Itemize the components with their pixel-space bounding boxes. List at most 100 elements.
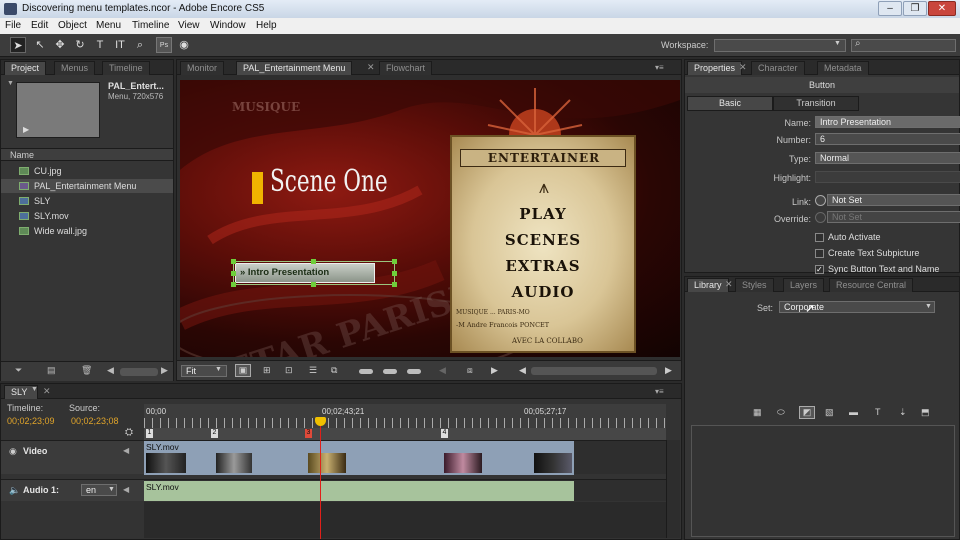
menu-timeline[interactable]: Timeline [132, 18, 169, 34]
play-preview-icon[interactable]: ▶ [23, 125, 29, 134]
handle-ml[interactable] [231, 271, 236, 276]
menu-file[interactable]: File [5, 18, 21, 34]
chapter-marker-3[interactable]: 3 [305, 429, 312, 438]
tab-resource-central[interactable]: Resource Central [829, 278, 914, 292]
poster-item-extras[interactable]: EXTRAS [452, 257, 634, 275]
handle-tr[interactable] [392, 259, 397, 264]
tab-menus[interactable]: Menus [54, 61, 96, 75]
expand-triangle-icon[interactable]: ▼ [7, 80, 14, 87]
timeline-dropdown-icon[interactable]: ▼ [31, 386, 38, 393]
filter-buttons-icon[interactable]: ⬭ [777, 407, 785, 418]
menu-canvas[interactable]: ETAR PARISIEN MUSIQUE Scene One » Intro … [180, 80, 680, 357]
filter-place-icon[interactable]: ⬒ [921, 407, 930, 418]
checkbox-0[interactable] [815, 233, 824, 242]
vertical-text-tool-icon[interactable]: IT [112, 37, 128, 53]
poster-item-play[interactable]: PLAY [452, 205, 634, 223]
checkbox-2[interactable]: ✓ [815, 265, 824, 274]
close-tab-icon[interactable]: ✕ [43, 386, 51, 397]
playhead[interactable] [315, 417, 326, 539]
tab-styles[interactable]: Styles [735, 278, 774, 292]
menu-edit[interactable]: Edit [31, 18, 48, 34]
normal-state-button[interactable] [359, 369, 373, 374]
rotate-tool-icon[interactable]: ↻ [72, 37, 88, 53]
project-file-row[interactable]: Wide wall.jpg [1, 224, 173, 238]
filter-replace-icon[interactable]: ⇣ [899, 407, 907, 418]
chapter-marker-2[interactable]: 2 [211, 429, 218, 438]
minimize-button[interactable]: – [878, 1, 902, 16]
timeline-vertical-scrollbar[interactable] [666, 440, 680, 538]
menu-view[interactable]: View [178, 18, 200, 34]
project-file-row[interactable]: PAL_Entertainment Menu [1, 179, 173, 193]
subtab-basic[interactable]: Basic [687, 96, 773, 111]
handle-tc[interactable] [311, 259, 316, 264]
close-tab-icon[interactable]: ✕ [739, 62, 747, 73]
filter-layers-icon[interactable]: ▧ [825, 407, 834, 418]
type-select[interactable]: Normal [815, 152, 960, 164]
audio-language-dropdown-icon[interactable]: ▼ [108, 486, 115, 493]
scroll-left-icon[interactable]: ◀ [519, 365, 526, 376]
close-tab-icon[interactable]: ✕ [725, 279, 733, 290]
time-ruler[interactable]: 00;00 00;02;43;21 00;05;27;17 1 2 3 4 [144, 404, 666, 440]
tab-monitor[interactable]: Monitor [180, 61, 225, 75]
handle-mr[interactable] [392, 271, 397, 276]
tab-properties[interactable]: Properties [687, 61, 743, 75]
filter-folder-icon[interactable]: ▬ [849, 407, 858, 417]
video-clip[interactable]: SLY.mov [144, 441, 574, 475]
workspace-select[interactable] [714, 39, 846, 52]
source-timecode[interactable]: 00;02;23;08 [71, 416, 119, 426]
restore-button[interactable]: ❐ [903, 1, 927, 16]
tab-project[interactable]: Project [4, 61, 47, 75]
direct-select-tool-icon[interactable]: ↖ [32, 37, 48, 53]
scroll-left-icon[interactable]: ◀ [107, 365, 114, 376]
route-prev-icon[interactable]: ◀ [439, 365, 446, 376]
show-subpicture-icon[interactable]: ⊞ [263, 365, 271, 376]
eye-icon[interactable]: ◉ [9, 446, 17, 457]
chapter-marker-1[interactable]: 1 [146, 429, 153, 438]
set-select[interactable]: Corporate [779, 301, 935, 313]
selected-state-button[interactable] [383, 369, 397, 374]
zoom-dropdown-icon[interactable]: ▼ [215, 366, 222, 373]
link-field[interactable]: Not Set [827, 194, 960, 206]
chapter-marker-4[interactable]: 4 [441, 429, 448, 438]
tab-timeline[interactable]: Timeline [102, 61, 150, 75]
number-field[interactable]: 6 [815, 133, 960, 145]
selection-icon[interactable]: ⊡ [285, 365, 293, 376]
handle-bc[interactable] [311, 282, 316, 287]
tab-flowchart[interactable]: Flowchart [379, 61, 433, 75]
menu-help[interactable]: Help [256, 18, 277, 34]
zoom-tool-icon[interactable]: ⌕ [132, 37, 148, 53]
handle-bl[interactable] [231, 282, 236, 287]
filter-icon[interactable]: ⏷ [15, 365, 22, 376]
speaker-icon[interactable]: 🔈 [9, 485, 20, 496]
route-next-icon[interactable]: ▶ [491, 365, 498, 376]
photoshop-icon[interactable]: Ps [156, 37, 172, 53]
selection-tool-icon[interactable]: ➤ [10, 37, 26, 53]
tab-library[interactable]: Library [687, 278, 729, 292]
checkbox-1[interactable] [815, 249, 824, 258]
safe-area-icon[interactable]: ▣ [235, 364, 251, 377]
audio-clip[interactable]: SLY.mov [144, 481, 574, 501]
move-tool-icon[interactable]: ✥ [52, 37, 68, 53]
library-item-list[interactable] [691, 425, 955, 537]
handle-br[interactable] [392, 282, 397, 287]
viewer-scrollbar[interactable] [531, 367, 657, 375]
poster-item-scenes[interactable]: SCENES [452, 231, 634, 249]
filter-background-icon[interactable]: ▦ [753, 407, 762, 418]
route-icon[interactable]: ⧈ [467, 365, 473, 376]
tab-character[interactable]: Character [751, 61, 805, 75]
project-file-row[interactable]: CU.jpg [1, 164, 173, 178]
layout-icon[interactable]: ☰ [309, 365, 317, 376]
video-track-nav-icon[interactable]: ◀ [123, 446, 129, 455]
intro-presentation-button[interactable]: » Intro Presentation [231, 259, 397, 287]
workspace-dropdown-icon[interactable]: ▼ [834, 40, 841, 47]
tab-metadata[interactable]: Metadata [817, 61, 869, 75]
pickwhip-icon[interactable] [815, 195, 826, 206]
filter-images-icon[interactable]: ◩ [799, 406, 815, 419]
add-button-icon[interactable]: ⧉ [331, 365, 337, 376]
scroll-right-icon[interactable]: ▶ [161, 365, 168, 376]
poster-item-audio[interactable]: AUDIO [452, 283, 634, 301]
name-column-header[interactable]: Name [1, 148, 173, 161]
override-pickwhip-icon[interactable] [815, 212, 826, 223]
text-tool-icon[interactable]: T [92, 37, 108, 53]
panel-menu-icon[interactable]: ▾≡ [655, 387, 664, 396]
